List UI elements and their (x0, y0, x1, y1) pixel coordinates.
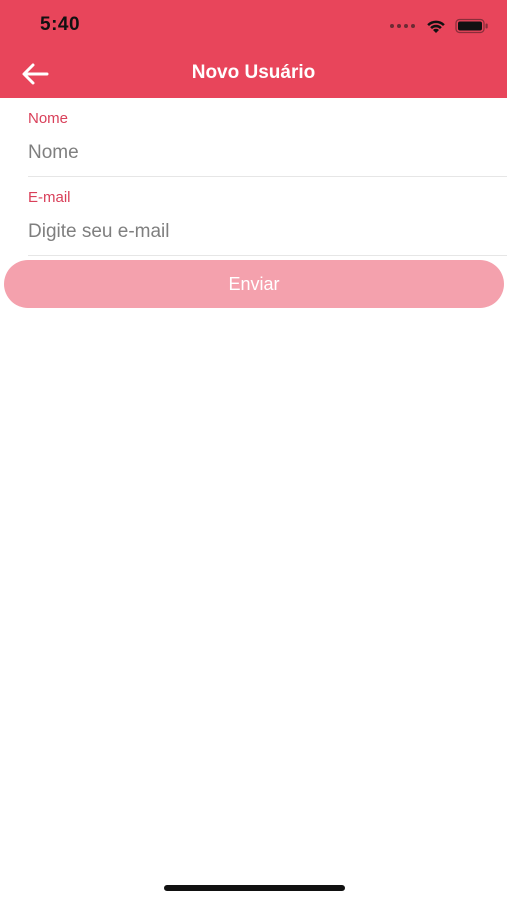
home-indicator (164, 885, 345, 891)
page-title: Novo Usuário (191, 62, 316, 83)
email-field-label: E-mail (28, 189, 71, 206)
new-user-form: Nome E-mail (0, 98, 507, 256)
email-field-group: E-mail (28, 177, 507, 256)
name-field-label: Nome (28, 110, 69, 127)
navigation-bar: Novo Usuário (0, 50, 507, 98)
name-input[interactable] (28, 138, 488, 168)
submit-button[interactable]: Enviar (4, 260, 504, 308)
battery-icon (455, 18, 488, 34)
status-time: 5:40 (40, 14, 81, 35)
status-bar: 5:40 (0, 0, 507, 50)
status-icons (390, 16, 489, 36)
name-field-group: Nome (28, 98, 507, 177)
app-header: 5:40 Novo Usuário (0, 0, 507, 98)
signal-dots-icon (390, 24, 415, 28)
email-input[interactable] (28, 217, 488, 247)
wifi-icon (427, 20, 445, 33)
